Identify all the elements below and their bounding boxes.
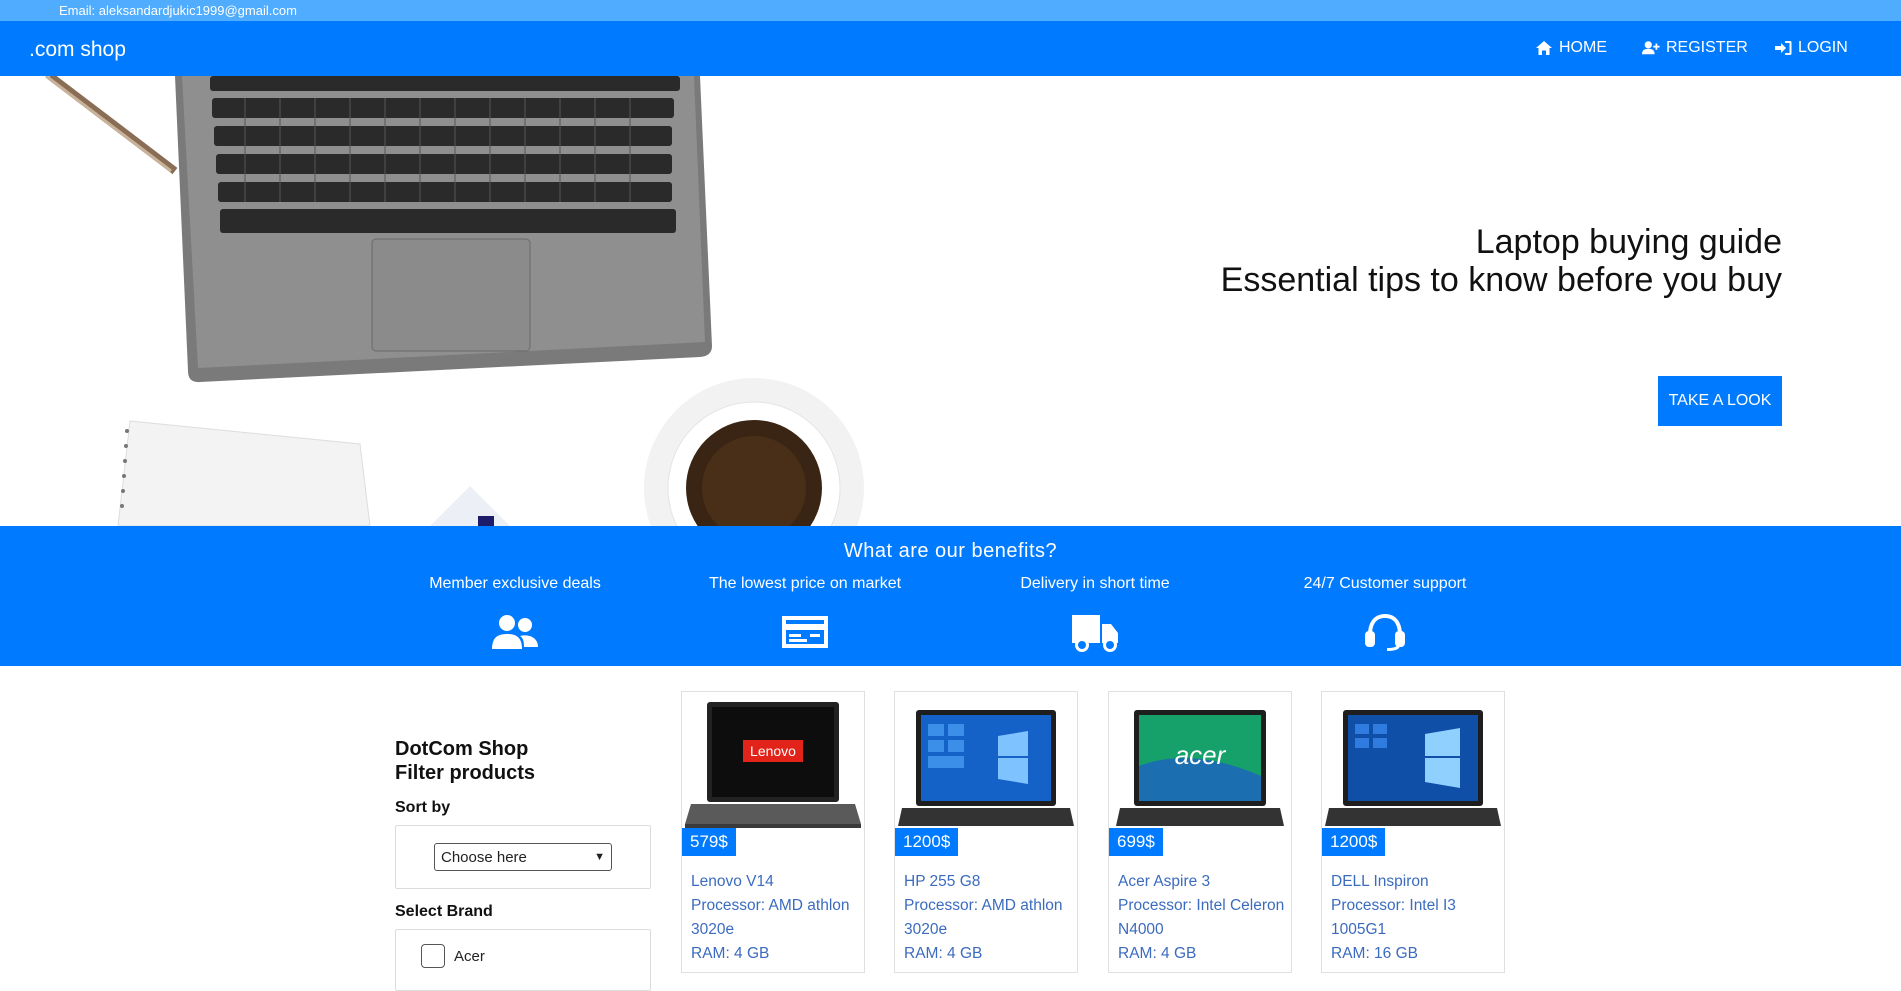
- truck-icon: [1072, 615, 1118, 652]
- product-ram: RAM: 16 GB: [1331, 945, 1418, 962]
- nav-home[interactable]: HOME: [1535, 39, 1607, 57]
- product-card-lenovo[interactable]: Lenovo 579$ Lenovo V14 Processor: AMD at…: [681, 691, 865, 973]
- navbar: .com shop HOME REGISTER LOGIN: [0, 21, 1901, 76]
- home-icon: [1536, 41, 1552, 55]
- brand-label-acer: Acer: [454, 948, 485, 965]
- product-card-dell[interactable]: 1200$ DELL Inspiron Processor: Intel I3 …: [1321, 691, 1505, 973]
- product-details: DELL Inspiron Processor: Intel I3 1005G1…: [1331, 870, 1500, 966]
- benefit-label: Member exclusive deals: [429, 575, 601, 592]
- chevron-down-icon: ▼: [594, 851, 605, 863]
- hero-title-line2: Essential tips to know before you buy: [1220, 261, 1782, 299]
- take-a-look-button[interactable]: TAKE A LOOK: [1658, 376, 1782, 426]
- product-processor: Processor: AMD athlon: [904, 897, 1063, 914]
- price-badge: 699$: [1109, 828, 1163, 856]
- benefit-support: 24/7 Customer support: [1265, 575, 1505, 653]
- sort-select-value: Choose here: [441, 848, 527, 866]
- benefit-lowest-price: The lowest price on market: [685, 575, 925, 653]
- nav-login-label: LOGIN: [1798, 39, 1848, 56]
- filter-panel: DotCom Shop Filter products Sort by Choo…: [395, 737, 651, 991]
- benefit-label: The lowest price on market: [708, 575, 902, 592]
- hero-desk-illustration: [45, 76, 864, 526]
- user-plus-icon: [1642, 41, 1660, 55]
- product-details: HP 255 G8 Processor: AMD athlon 3020e RA…: [904, 870, 1073, 966]
- brand-list: Acer: [395, 929, 651, 991]
- benefits-title: What are our benefits?: [843, 540, 1058, 562]
- nav-register-label: REGISTER: [1666, 39, 1748, 56]
- credit-card-icon: [782, 616, 828, 648]
- product-processor: Processor: AMD athlon: [691, 897, 850, 914]
- lenovo-logo: Lenovo: [750, 743, 796, 759]
- contact-email: Email: aleksandardjukic1999@gmail.com: [59, 3, 297, 18]
- benefit-member-deals: Member exclusive deals: [395, 575, 635, 653]
- product-processor-model: N4000: [1118, 921, 1164, 938]
- hero-title-line1: Laptop buying guide: [1475, 223, 1782, 261]
- filter-heading-line1: DotCom Shop: [395, 738, 529, 760]
- product-processor-model: 3020e: [691, 921, 735, 938]
- benefits-section: What are our benefits? Member exclusive …: [0, 526, 1901, 666]
- product-name[interactable]: Lenovo V14: [691, 870, 860, 894]
- product-card-hp[interactable]: 1200$ HP 255 G8 Processor: AMD athlon 30…: [894, 691, 1078, 973]
- brand-logo[interactable]: .com shop: [29, 38, 126, 62]
- product-details: Lenovo V14 Processor: AMD athlon 3020e R…: [691, 870, 860, 966]
- nav-register[interactable]: REGISTER: [1642, 39, 1748, 57]
- laptop-image: [1325, 710, 1501, 826]
- users-icon: [492, 615, 538, 649]
- product-name[interactable]: HP 255 G8: [904, 870, 1073, 894]
- laptop-image: [898, 710, 1074, 826]
- product-ram: RAM: 4 GB: [904, 945, 983, 962]
- headset-icon: [1365, 614, 1405, 651]
- nav-login[interactable]: LOGIN: [1774, 39, 1848, 57]
- product-ram: RAM: 4 GB: [1118, 945, 1197, 962]
- sort-by-label: Sort by: [395, 799, 451, 816]
- hero-banner: Laptop buying guide Essential tips to kn…: [0, 76, 1901, 526]
- top-info-bar: Email: aleksandardjukic1999@gmail.com: [0, 0, 1901, 21]
- product-name[interactable]: Acer Aspire 3: [1118, 870, 1287, 894]
- hero-title: Laptop buying guide Essential tips to kn…: [1221, 223, 1782, 299]
- benefit-delivery: Delivery in short time: [975, 575, 1215, 653]
- nav-home-label: HOME: [1559, 39, 1607, 56]
- sign-in-icon: [1775, 41, 1792, 55]
- price-badge: 1200$: [1322, 828, 1386, 856]
- product-processor-model: 3020e: [904, 921, 948, 938]
- product-processor-model: 1005G1: [1331, 921, 1387, 938]
- price-badge: 1200$: [895, 828, 959, 856]
- benefit-label: 24/7 Customer support: [1303, 575, 1467, 592]
- product-processor: Processor: Intel I3: [1331, 897, 1456, 914]
- acer-logo: acer: [1175, 740, 1227, 770]
- product-details: Acer Aspire 3 Processor: Intel Celeron N…: [1118, 870, 1287, 966]
- laptop-image: acer: [1116, 710, 1284, 826]
- filter-heading-line2: Filter products: [395, 762, 536, 784]
- product-name[interactable]: DELL Inspiron: [1331, 870, 1500, 894]
- filter-heading: DotCom Shop Filter products: [395, 737, 651, 785]
- laptop-image: Lenovo: [685, 702, 861, 828]
- sort-box: Choose here ▼: [395, 825, 651, 889]
- product-processor: Processor: Intel Celeron: [1118, 897, 1285, 914]
- sort-select[interactable]: Choose here ▼: [434, 843, 612, 871]
- select-brand-label: Select Brand: [395, 903, 493, 920]
- product-card-acer[interactable]: acer 699$ Acer Aspire 3 Processor: Intel…: [1108, 691, 1292, 973]
- brand-checkbox-acer[interactable]: [421, 944, 445, 968]
- product-ram: RAM: 4 GB: [691, 945, 770, 962]
- benefit-label: Delivery in short time: [1020, 575, 1170, 592]
- price-badge: 579$: [682, 828, 736, 856]
